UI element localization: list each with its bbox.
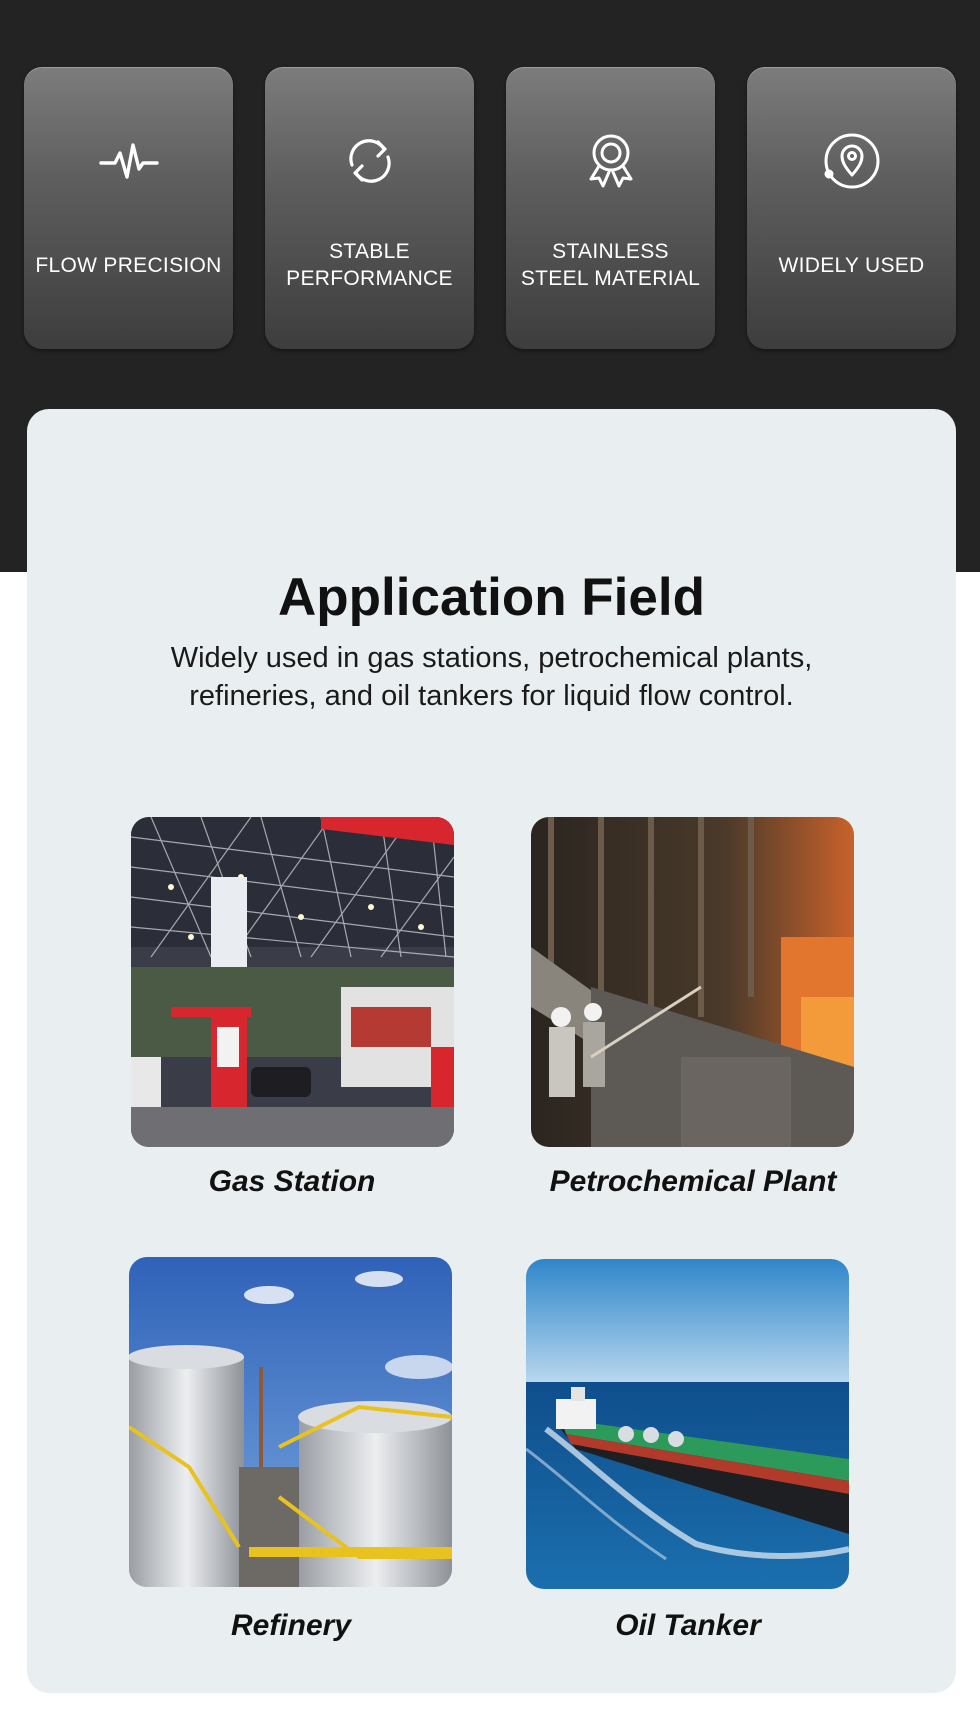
feature-card-widely-used: WIDELY USED — [747, 67, 956, 349]
feature-label: STAINLESS STEEL MATERIAL — [520, 240, 701, 290]
oil-tanker-caption: Oil Tanker — [615, 1609, 761, 1642]
refinery-caption: Refinery — [230, 1609, 352, 1642]
gas-station-photo — [131, 817, 454, 1147]
location-pin-icon — [820, 129, 884, 193]
application-title: Application Field — [278, 568, 705, 627]
feature-card-stable-performance: STABLE PERFORMANCE — [265, 67, 474, 349]
refresh-cycle-icon — [338, 129, 402, 193]
petrochemical-plant-photo — [531, 817, 854, 1147]
refinery-photo — [129, 1257, 452, 1587]
application-subtitle: Widely used in gas stations, petrochemic… — [170, 642, 813, 712]
application-panel: Application Field Widely used in gas sta… — [27, 409, 956, 1693]
feature-label: STABLE PERFORMANCE — [286, 240, 453, 290]
feature-label: FLOW PRECISION — [35, 253, 222, 277]
pulse-icon — [97, 129, 161, 193]
award-badge-icon — [579, 129, 643, 193]
petrochemical-plant-caption: Petrochemical Plant — [549, 1165, 837, 1198]
feature-label: WIDELY USED — [778, 253, 925, 277]
feature-card-flow-precision: FLOW PRECISION — [24, 67, 233, 349]
feature-card-stainless-steel: STAINLESS STEEL MATERIAL — [506, 67, 715, 349]
gas-station-caption: Gas Station — [208, 1165, 376, 1198]
oil-tanker-photo — [526, 1259, 849, 1589]
